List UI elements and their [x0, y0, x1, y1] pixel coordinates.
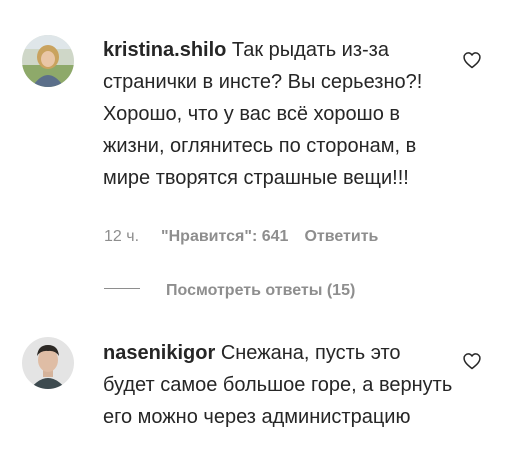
avatar[interactable] — [22, 35, 74, 87]
heart-outline-icon[interactable] — [462, 351, 482, 371]
avatar-image — [22, 337, 74, 389]
comment-text: Так рыдать из-за странички в инсте? Вы с… — [103, 39, 423, 189]
comment: nasenikigor Снежана, пусть это будет сам… — [0, 320, 520, 463]
comment-time[interactable]: 12 ч. — [104, 228, 139, 245]
view-replies[interactable]: Посмотреть ответы (15) — [104, 281, 355, 301]
reply-button[interactable]: Ответить — [304, 228, 378, 245]
comment-meta: 12 ч. "Нравится": 641 Ответить — [104, 227, 378, 247]
comment-body: kristina.shilo Так рыдать из-за страничк… — [103, 34, 453, 194]
replies-divider-line — [104, 288, 140, 290]
avatar[interactable] — [22, 337, 74, 389]
view-replies-button[interactable]: Посмотреть ответы (15) — [166, 282, 355, 299]
avatar-image — [22, 35, 74, 87]
comment: kristina.shilo Так рыдать из-за страничк… — [0, 0, 520, 310]
comment-username[interactable]: nasenikigor — [103, 342, 215, 364]
heart-outline-icon[interactable] — [462, 50, 482, 70]
comment-body: nasenikigor Снежана, пусть это будет сам… — [103, 337, 453, 433]
likes-count[interactable]: "Нравится": 641 — [161, 228, 288, 245]
comment-username[interactable]: kristina.shilo — [103, 39, 226, 61]
